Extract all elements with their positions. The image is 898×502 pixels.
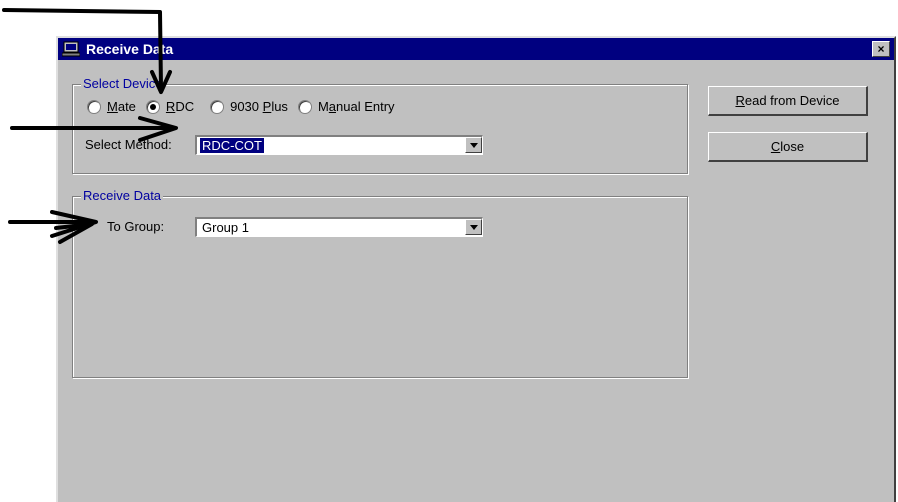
- radio-mate[interactable]: Mate: [87, 99, 136, 114]
- radio-9030-plus[interactable]: 9030 Plus: [210, 99, 288, 114]
- radio-button[interactable]: [87, 99, 101, 114]
- read-from-device-button[interactable]: Read from Device: [708, 86, 868, 116]
- to-group-label: To Group:: [107, 219, 165, 234]
- radio-label-9030-plus: 9030 Plus: [230, 99, 288, 114]
- computer-icon: [62, 41, 80, 57]
- select-device-legend: Select Device: [81, 76, 165, 91]
- select-device-group: Select Device Mate RDC 9030 Plus Manual …: [72, 76, 688, 174]
- radio-button[interactable]: [297, 99, 312, 114]
- select-method-dropdown[interactable]: RDC-COT: [195, 135, 483, 155]
- select-method-value: RDC-COT: [200, 138, 264, 153]
- window-title: Receive Data: [86, 41, 174, 57]
- close-button[interactable]: Close: [708, 132, 868, 162]
- radio-label-rdc: RDC: [165, 99, 195, 114]
- select-method-label: Select Method:: [85, 137, 172, 152]
- close-icon: ×: [877, 42, 885, 56]
- to-group-dropdown[interactable]: Group 1: [195, 217, 483, 237]
- chevron-down-icon[interactable]: [465, 137, 482, 153]
- close-window-button[interactable]: ×: [872, 41, 890, 57]
- receive-data-group: Receive Data To Group: Group 1: [72, 188, 688, 378]
- radio-label-mate: Mate: [107, 99, 136, 114]
- title-bar[interactable]: Receive Data ×: [58, 38, 894, 60]
- radio-button[interactable]: [210, 99, 225, 114]
- radio-manual-entry[interactable]: Manual Entry: [297, 99, 395, 114]
- radio-rdc[interactable]: RDC: [145, 99, 195, 114]
- radio-label-manual-entry: Manual Entry: [317, 99, 395, 114]
- receive-data-legend: Receive Data: [81, 188, 164, 203]
- radio-button-selected[interactable]: [145, 99, 160, 114]
- receive-data-window: Receive Data × Select Device Mate RDC 90…: [56, 36, 896, 502]
- chevron-down-icon[interactable]: [465, 219, 482, 235]
- device-radio-group: Mate RDC 9030 Plus Manual Entry: [87, 99, 405, 114]
- to-group-value: Group 1: [202, 220, 249, 235]
